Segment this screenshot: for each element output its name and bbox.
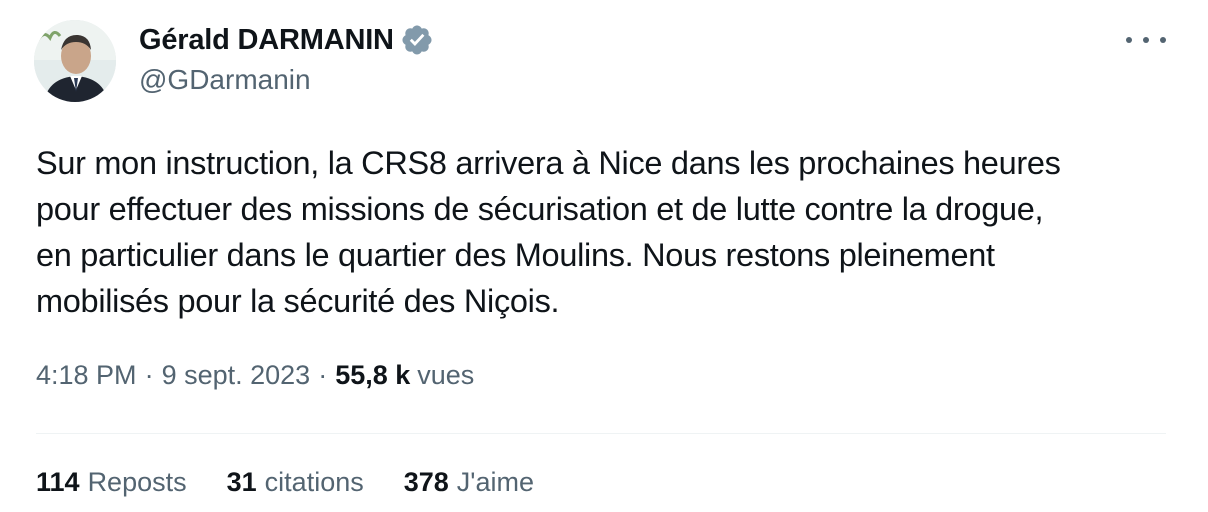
likes-label: J'aime xyxy=(456,467,534,497)
tweet-text-line: mobilisés pour la sécurité des Niçois. xyxy=(36,283,560,319)
meta-separator: · xyxy=(144,360,154,390)
tweet-card: Gérald DARMANIN @GDarmanin Sur mon instr… xyxy=(0,0,1208,512)
views-count[interactable]: 55,8 k xyxy=(335,360,410,391)
more-options-icon[interactable] xyxy=(1126,26,1166,54)
tweet-text-line: Sur mon instruction, la CRS8 arrivera à … xyxy=(36,145,1061,181)
avatar-photo xyxy=(34,20,116,102)
engagement-stats: 114 Reposts 31 citations 378 J'aime xyxy=(36,467,574,498)
views-label[interactable]: vues xyxy=(417,360,474,391)
tweet-text-line: pour effectuer des missions de sécurisat… xyxy=(36,191,1044,227)
author-display-name[interactable]: Gérald DARMANIN xyxy=(139,24,394,57)
dot-icon xyxy=(1143,37,1149,43)
divider xyxy=(36,433,1166,434)
tweet-date[interactable]: 9 sept. 2023 xyxy=(162,360,311,391)
likes-stat[interactable]: 378 J'aime xyxy=(404,467,534,498)
author-handle[interactable]: @GDarmanin xyxy=(139,64,311,96)
quotes-label: citations xyxy=(264,467,364,497)
verified-badge-icon xyxy=(402,25,432,55)
tweet-text-line: en particulier dans le quartier des Moul… xyxy=(36,237,995,273)
dot-icon xyxy=(1126,37,1132,43)
reposts-label: Reposts xyxy=(87,467,187,497)
quotes-count: 31 xyxy=(226,467,257,497)
likes-count: 378 xyxy=(403,467,449,497)
author-name-row[interactable]: Gérald DARMANIN xyxy=(139,22,434,58)
reposts-count: 114 xyxy=(36,467,80,497)
quotes-stat[interactable]: 31 citations xyxy=(227,467,364,498)
reposts-stat[interactable]: 114 Reposts xyxy=(36,467,187,498)
tweet-time[interactable]: 4:18 PM xyxy=(36,360,137,391)
avatar[interactable] xyxy=(34,20,116,102)
tweet-text: Sur mon instruction, la CRS8 arrivera à … xyxy=(36,140,1176,324)
dot-icon xyxy=(1160,37,1166,43)
meta-separator: · xyxy=(318,360,328,390)
tweet-meta: 4:18 PM · 9 sept. 2023 · 55,8 k vues xyxy=(36,360,474,391)
